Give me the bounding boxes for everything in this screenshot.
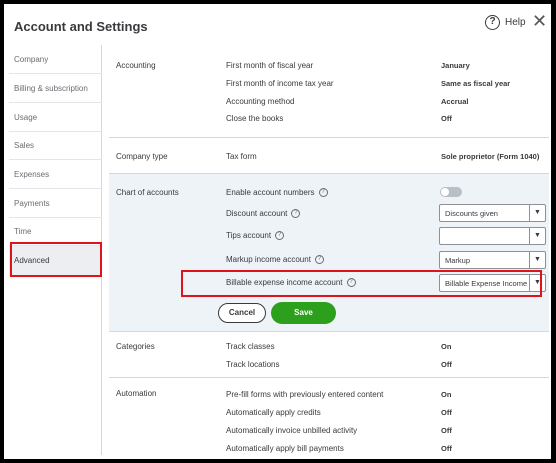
markup-income-account-select[interactable]: Markup ▼ (439, 251, 546, 269)
toggle-knob (441, 188, 449, 196)
setting-label: Close the books (226, 114, 284, 123)
setting-label: Enable account numbers (226, 188, 315, 197)
setting-label: Discount account (226, 209, 288, 218)
setting-label: Track locations (226, 360, 280, 369)
setting-label-markup-income-account: Markup income account? (226, 255, 324, 265)
help-link[interactable]: Help (505, 17, 526, 28)
setting-label: Markup income account (226, 255, 311, 264)
setting-label-enable-account-numbers: Enable account numbers? (226, 188, 328, 198)
setting-value: Off (441, 444, 452, 453)
chevron-down-icon[interactable]: ▼ (529, 205, 545, 221)
setting-value: January (441, 61, 470, 70)
setting-value: Sole proprietor (Form 1040) (441, 152, 540, 161)
save-button[interactable]: Save (271, 302, 336, 324)
account-numbers-toggle[interactable] (440, 187, 462, 197)
setting-label: Tax form (226, 152, 257, 161)
select-value: Markup (445, 256, 471, 265)
setting-value: Off (441, 114, 452, 123)
setting-label: Tips account (226, 231, 272, 240)
sidebar-item-billing[interactable]: Billing & subscription (9, 74, 102, 103)
setting-value: Off (441, 360, 452, 369)
sidebar-item-usage[interactable]: Usage (9, 103, 102, 132)
setting-label-discount-account: Discount account? (226, 209, 301, 219)
sidebar-item-sales[interactable]: Sales (9, 131, 102, 160)
chevron-down-icon[interactable]: ▼ (529, 252, 545, 268)
screenshot-frame: Account and Settings ? Help ✕ Company Bi… (0, 0, 556, 463)
setting-value: On (441, 390, 452, 399)
setting-label: Automatically apply credits (226, 408, 321, 417)
setting-label-tips-account: Tips account? (226, 231, 285, 241)
setting-value: Accrual (441, 97, 469, 106)
section-title: Categories (116, 342, 155, 351)
select-value: Discounts given (445, 209, 498, 218)
cancel-button[interactable]: Cancel (218, 303, 266, 323)
help-circle-icon[interactable]: ? (485, 15, 500, 30)
settings-window: Account and Settings ? Help ✕ Company Bi… (4, 4, 551, 459)
section-title: Company type (116, 152, 168, 161)
setting-value: Off (441, 408, 452, 417)
section-title: Accounting (116, 61, 156, 70)
close-icon[interactable]: ✕ (532, 11, 547, 31)
setting-label: Track classes (226, 342, 275, 351)
section-accounting[interactable]: Accounting First month of fiscal year Ja… (109, 45, 549, 138)
sidebar-item-payments[interactable]: Payments (9, 189, 102, 218)
setting-value: On (441, 342, 452, 351)
tips-account-select[interactable]: ▼ (439, 227, 546, 245)
chevron-down-icon[interactable]: ▼ (529, 228, 545, 244)
setting-label: First month of income tax year (226, 79, 334, 88)
discount-account-select[interactable]: Discounts given ▼ (439, 204, 546, 222)
setting-label: Automatically invoice unbilled activity (226, 426, 358, 435)
section-company-type[interactable]: Company type Tax form Sole proprietor (F… (109, 138, 549, 174)
section-title: Chart of accounts (116, 188, 179, 197)
billable-row-highlight-box (181, 270, 542, 297)
info-icon[interactable]: ? (275, 231, 285, 241)
page-title: Account and Settings (14, 19, 148, 34)
setting-label: Automatically apply bill payments (226, 444, 344, 453)
info-icon[interactable]: ? (318, 188, 328, 198)
setting-label: First month of fiscal year (226, 61, 314, 70)
setting-value: Same as fiscal year (441, 79, 511, 88)
sidebar-highlight-box (10, 242, 102, 277)
setting-label: Accounting method (226, 97, 295, 106)
section-categories[interactable]: Categories Track classes On Track locati… (109, 332, 549, 378)
info-icon[interactable]: ? (314, 255, 324, 265)
settings-main: Accounting First month of fiscal year Ja… (102, 45, 551, 459)
info-icon[interactable]: ? (291, 209, 301, 219)
sidebar-item-expenses[interactable]: Expenses (9, 160, 102, 189)
setting-label: Pre-fill forms with previously entered c… (226, 390, 384, 399)
setting-value: Off (441, 426, 452, 435)
section-title: Automation (116, 389, 157, 398)
section-automation[interactable]: Automation Pre-fill forms with previousl… (109, 378, 549, 459)
sidebar-item-company[interactable]: Company (9, 45, 102, 74)
